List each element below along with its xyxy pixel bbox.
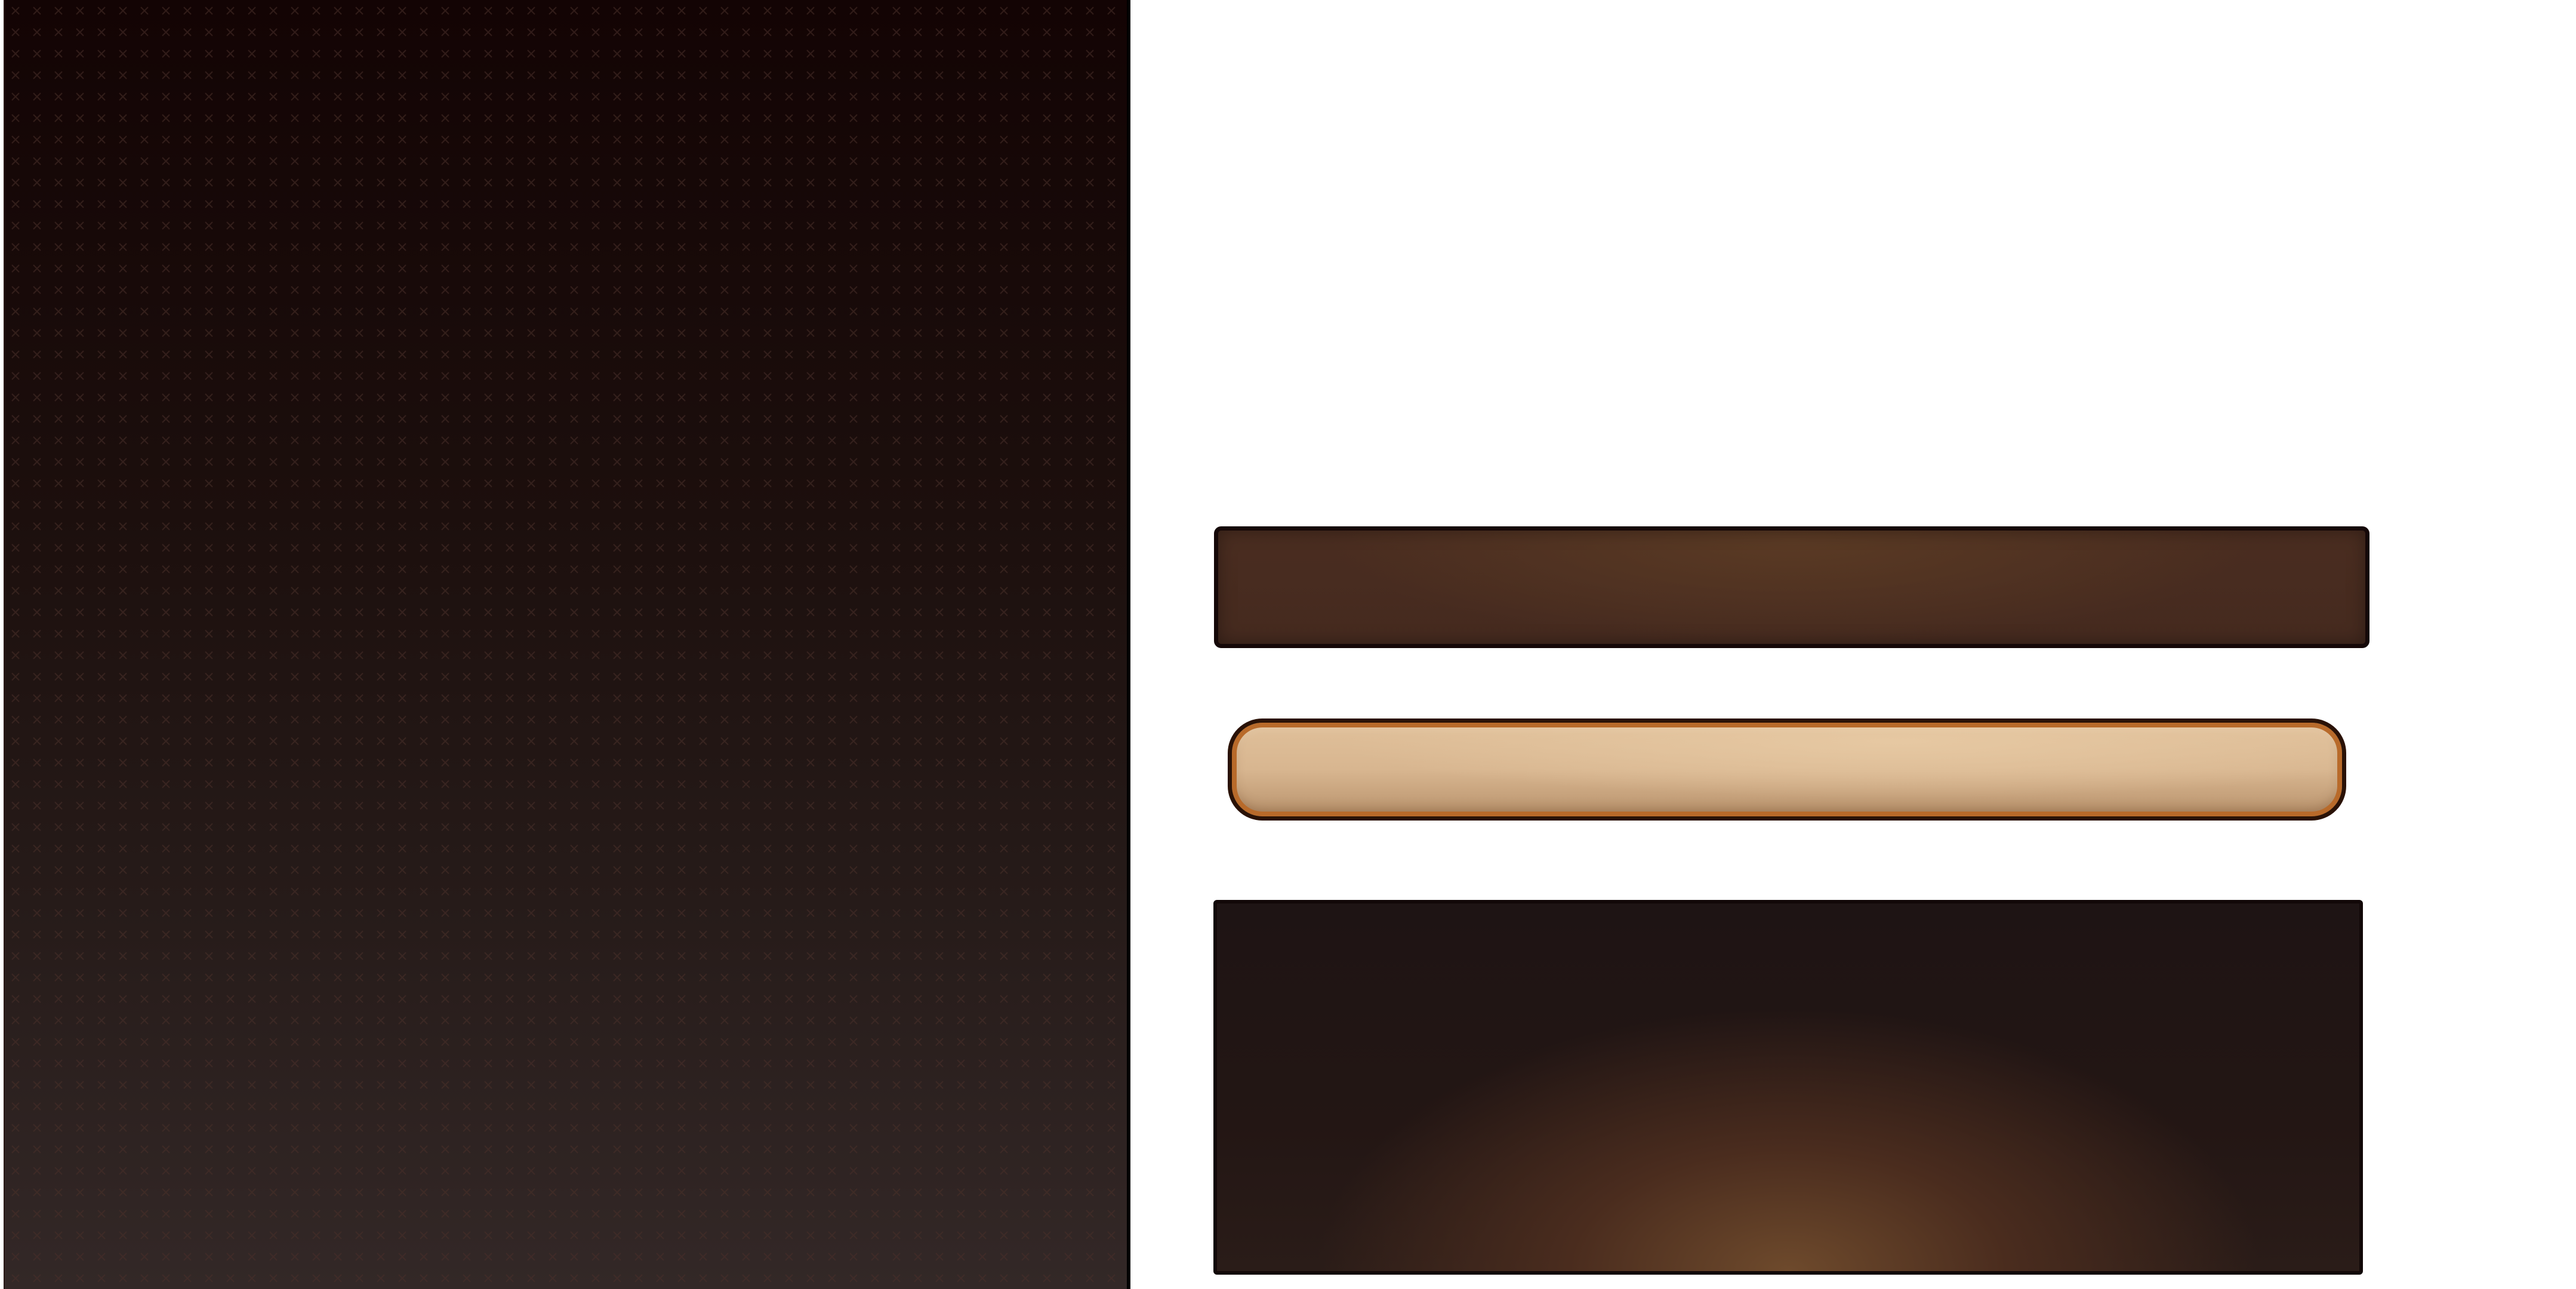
dark-glow-panel	[1213, 900, 2363, 1275]
brown-banner-bar	[1214, 526, 2369, 648]
tan-rounded-bar[interactable]	[1228, 718, 2346, 821]
patterned-background-panel	[4, 0, 1130, 1289]
sprite-sheet-canvas	[0, 0, 2576, 1289]
cross-pattern-overlay	[5, 0, 1127, 1289]
